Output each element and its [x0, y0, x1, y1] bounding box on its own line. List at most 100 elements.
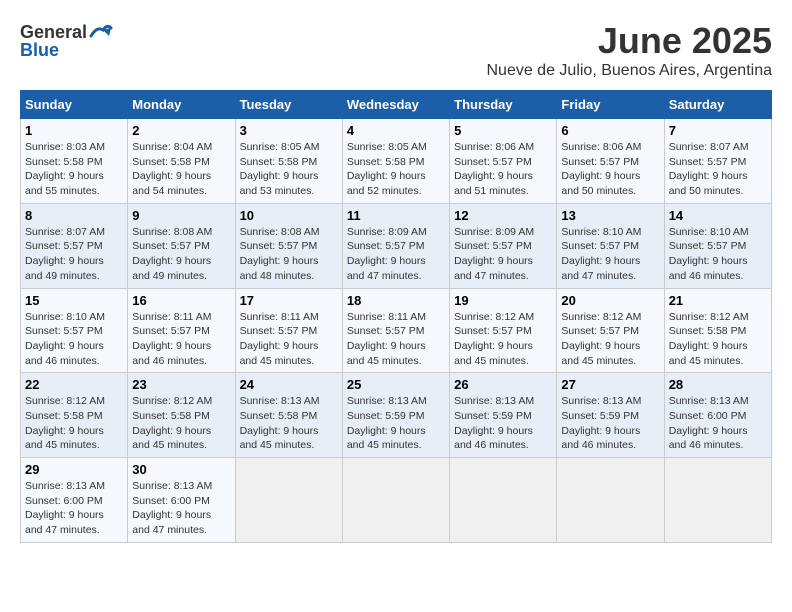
calendar-cell: 17 Sunrise: 8:11 AM Sunset: 5:57 PM Dayl… — [235, 288, 342, 373]
calendar-cell: 11 Sunrise: 8:09 AM Sunset: 5:57 PM Dayl… — [342, 203, 449, 288]
day-info: Sunrise: 8:13 AM Sunset: 5:59 PM Dayligh… — [347, 394, 445, 453]
day-number: 26 — [454, 377, 552, 392]
day-number: 24 — [240, 377, 338, 392]
calendar-cell — [235, 458, 342, 543]
title-area: June 2025 Nueve de Julio, Buenos Aires, … — [486, 20, 772, 80]
day-info: Sunrise: 8:11 AM Sunset: 5:57 PM Dayligh… — [132, 310, 230, 369]
day-number: 13 — [561, 208, 659, 223]
day-info: Sunrise: 8:12 AM Sunset: 5:58 PM Dayligh… — [132, 394, 230, 453]
day-info: Sunrise: 8:05 AM Sunset: 5:58 PM Dayligh… — [347, 140, 445, 199]
day-number: 18 — [347, 293, 445, 308]
calendar-cell: 29 Sunrise: 8:13 AM Sunset: 6:00 PM Dayl… — [21, 458, 128, 543]
calendar-cell: 14 Sunrise: 8:10 AM Sunset: 5:57 PM Dayl… — [664, 203, 771, 288]
calendar-cell: 27 Sunrise: 8:13 AM Sunset: 5:59 PM Dayl… — [557, 373, 664, 458]
day-number: 11 — [347, 208, 445, 223]
day-info: Sunrise: 8:08 AM Sunset: 5:57 PM Dayligh… — [132, 225, 230, 284]
day-info: Sunrise: 8:12 AM Sunset: 5:57 PM Dayligh… — [454, 310, 552, 369]
day-info: Sunrise: 8:07 AM Sunset: 5:57 PM Dayligh… — [669, 140, 767, 199]
day-info: Sunrise: 8:12 AM Sunset: 5:58 PM Dayligh… — [669, 310, 767, 369]
day-info: Sunrise: 8:12 AM Sunset: 5:57 PM Dayligh… — [561, 310, 659, 369]
day-info: Sunrise: 8:11 AM Sunset: 5:57 PM Dayligh… — [347, 310, 445, 369]
day-info: Sunrise: 8:13 AM Sunset: 6:00 PM Dayligh… — [25, 479, 123, 538]
day-info: Sunrise: 8:11 AM Sunset: 5:57 PM Dayligh… — [240, 310, 338, 369]
calendar-cell — [342, 458, 449, 543]
day-number: 1 — [25, 123, 123, 138]
header-thursday: Thursday — [450, 91, 557, 119]
day-info: Sunrise: 8:08 AM Sunset: 5:57 PM Dayligh… — [240, 225, 338, 284]
day-number: 10 — [240, 208, 338, 223]
calendar-cell: 24 Sunrise: 8:13 AM Sunset: 5:58 PM Dayl… — [235, 373, 342, 458]
day-number: 27 — [561, 377, 659, 392]
day-number: 9 — [132, 208, 230, 223]
day-number: 8 — [25, 208, 123, 223]
calendar-cell: 10 Sunrise: 8:08 AM Sunset: 5:57 PM Dayl… — [235, 203, 342, 288]
day-number: 28 — [669, 377, 767, 392]
day-info: Sunrise: 8:03 AM Sunset: 5:58 PM Dayligh… — [25, 140, 123, 199]
day-number: 16 — [132, 293, 230, 308]
calendar-cell: 9 Sunrise: 8:08 AM Sunset: 5:57 PM Dayli… — [128, 203, 235, 288]
calendar-cell: 2 Sunrise: 8:04 AM Sunset: 5:58 PM Dayli… — [128, 119, 235, 204]
day-info: Sunrise: 8:13 AM Sunset: 5:59 PM Dayligh… — [561, 394, 659, 453]
calendar-cell: 1 Sunrise: 8:03 AM Sunset: 5:58 PM Dayli… — [21, 119, 128, 204]
day-number: 22 — [25, 377, 123, 392]
logo-icon — [89, 20, 113, 44]
location-title: Nueve de Julio, Buenos Aires, Argentina — [486, 62, 772, 80]
day-number: 14 — [669, 208, 767, 223]
calendar-cell: 16 Sunrise: 8:11 AM Sunset: 5:57 PM Dayl… — [128, 288, 235, 373]
calendar-cell: 3 Sunrise: 8:05 AM Sunset: 5:58 PM Dayli… — [235, 119, 342, 204]
calendar-week-row: 15 Sunrise: 8:10 AM Sunset: 5:57 PM Dayl… — [21, 288, 772, 373]
day-number: 5 — [454, 123, 552, 138]
calendar-cell — [450, 458, 557, 543]
day-number: 30 — [132, 462, 230, 477]
calendar-cell: 23 Sunrise: 8:12 AM Sunset: 5:58 PM Dayl… — [128, 373, 235, 458]
day-info: Sunrise: 8:07 AM Sunset: 5:57 PM Dayligh… — [25, 225, 123, 284]
calendar-cell — [557, 458, 664, 543]
calendar-cell: 12 Sunrise: 8:09 AM Sunset: 5:57 PM Dayl… — [450, 203, 557, 288]
day-info: Sunrise: 8:09 AM Sunset: 5:57 PM Dayligh… — [454, 225, 552, 284]
header-sunday: Sunday — [21, 91, 128, 119]
calendar-week-row: 8 Sunrise: 8:07 AM Sunset: 5:57 PM Dayli… — [21, 203, 772, 288]
day-number: 25 — [347, 377, 445, 392]
calendar-cell: 19 Sunrise: 8:12 AM Sunset: 5:57 PM Dayl… — [450, 288, 557, 373]
day-number: 23 — [132, 377, 230, 392]
header-tuesday: Tuesday — [235, 91, 342, 119]
day-number: 17 — [240, 293, 338, 308]
month-title: June 2025 — [486, 20, 772, 62]
day-info: Sunrise: 8:10 AM Sunset: 5:57 PM Dayligh… — [561, 225, 659, 284]
calendar-cell: 28 Sunrise: 8:13 AM Sunset: 6:00 PM Dayl… — [664, 373, 771, 458]
day-info: Sunrise: 8:13 AM Sunset: 6:00 PM Dayligh… — [132, 479, 230, 538]
day-info: Sunrise: 8:04 AM Sunset: 5:58 PM Dayligh… — [132, 140, 230, 199]
calendar-cell: 26 Sunrise: 8:13 AM Sunset: 5:59 PM Dayl… — [450, 373, 557, 458]
day-info: Sunrise: 8:10 AM Sunset: 5:57 PM Dayligh… — [25, 310, 123, 369]
day-number: 12 — [454, 208, 552, 223]
calendar-cell: 5 Sunrise: 8:06 AM Sunset: 5:57 PM Dayli… — [450, 119, 557, 204]
day-number: 3 — [240, 123, 338, 138]
header-wednesday: Wednesday — [342, 91, 449, 119]
day-info: Sunrise: 8:06 AM Sunset: 5:57 PM Dayligh… — [561, 140, 659, 199]
header-saturday: Saturday — [664, 91, 771, 119]
day-number: 7 — [669, 123, 767, 138]
calendar-week-row: 22 Sunrise: 8:12 AM Sunset: 5:58 PM Dayl… — [21, 373, 772, 458]
day-info: Sunrise: 8:09 AM Sunset: 5:57 PM Dayligh… — [347, 225, 445, 284]
logo: General Blue — [20, 20, 113, 61]
calendar-table: Sunday Monday Tuesday Wednesday Thursday… — [20, 90, 772, 543]
calendar-cell: 4 Sunrise: 8:05 AM Sunset: 5:58 PM Dayli… — [342, 119, 449, 204]
calendar-cell: 7 Sunrise: 8:07 AM Sunset: 5:57 PM Dayli… — [664, 119, 771, 204]
day-number: 19 — [454, 293, 552, 308]
calendar-cell: 25 Sunrise: 8:13 AM Sunset: 5:59 PM Dayl… — [342, 373, 449, 458]
header-friday: Friday — [557, 91, 664, 119]
calendar-cell: 18 Sunrise: 8:11 AM Sunset: 5:57 PM Dayl… — [342, 288, 449, 373]
calendar-cell: 20 Sunrise: 8:12 AM Sunset: 5:57 PM Dayl… — [557, 288, 664, 373]
day-number: 20 — [561, 293, 659, 308]
header-monday: Monday — [128, 91, 235, 119]
day-number: 15 — [25, 293, 123, 308]
calendar-header-row: Sunday Monday Tuesday Wednesday Thursday… — [21, 91, 772, 119]
calendar-week-row: 1 Sunrise: 8:03 AM Sunset: 5:58 PM Dayli… — [21, 119, 772, 204]
calendar-cell: 22 Sunrise: 8:12 AM Sunset: 5:58 PM Dayl… — [21, 373, 128, 458]
day-number: 29 — [25, 462, 123, 477]
day-info: Sunrise: 8:13 AM Sunset: 5:58 PM Dayligh… — [240, 394, 338, 453]
calendar-cell: 21 Sunrise: 8:12 AM Sunset: 5:58 PM Dayl… — [664, 288, 771, 373]
day-info: Sunrise: 8:05 AM Sunset: 5:58 PM Dayligh… — [240, 140, 338, 199]
day-info: Sunrise: 8:13 AM Sunset: 5:59 PM Dayligh… — [454, 394, 552, 453]
day-number: 4 — [347, 123, 445, 138]
